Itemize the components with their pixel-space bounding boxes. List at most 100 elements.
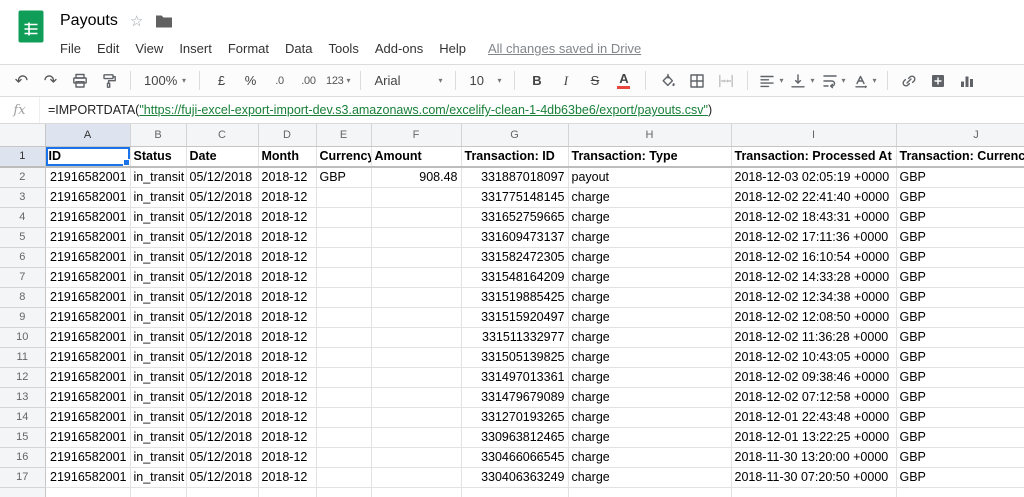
cell-G6[interactable]: 331582472305 [461, 247, 568, 267]
row-header-11[interactable]: 11 [0, 347, 45, 367]
column-header-A[interactable]: A [45, 124, 130, 146]
cell-E6[interactable] [316, 247, 371, 267]
cell-A-partial[interactable] [45, 487, 130, 497]
bold-button[interactable]: B [523, 68, 550, 94]
cell-G3[interactable]: 331775148145 [461, 187, 568, 207]
cell-G7[interactable]: 331548164209 [461, 267, 568, 287]
cell-B4[interactable]: in_transit [130, 207, 186, 227]
cell-I2[interactable]: 2018-12-03 02:05:19 +0000 [731, 167, 896, 187]
row-header-6[interactable]: 6 [0, 247, 45, 267]
row-header-12[interactable]: 12 [0, 367, 45, 387]
vertical-align-button[interactable]: ▾ [787, 68, 816, 94]
row-header-1[interactable]: 1 [0, 146, 45, 167]
cell-H16[interactable]: charge [568, 447, 731, 467]
row-header-5[interactable]: 5 [0, 227, 45, 247]
cell-F13[interactable] [371, 387, 461, 407]
format-currency-button[interactable]: £ [208, 68, 235, 94]
insert-comment-button[interactable] [925, 68, 952, 94]
sheets-logo[interactable] [18, 10, 44, 48]
row-header-2[interactable]: 2 [0, 167, 45, 187]
row-header-4[interactable]: 4 [0, 207, 45, 227]
menu-format[interactable]: Format [220, 39, 277, 58]
cell-D-partial[interactable] [258, 487, 316, 497]
column-header-G[interactable]: G [461, 124, 568, 146]
row-header-8[interactable]: 8 [0, 287, 45, 307]
cell-I13[interactable]: 2018-12-02 07:12:58 +0000 [731, 387, 896, 407]
cell-F14[interactable] [371, 407, 461, 427]
decrease-decimal-button[interactable]: .0 [266, 68, 293, 94]
font-size-select[interactable]: 10 ▾ [464, 68, 506, 94]
cell-I14[interactable]: 2018-12-01 22:43:48 +0000 [731, 407, 896, 427]
print-button[interactable] [66, 68, 93, 94]
cell-H14[interactable]: charge [568, 407, 731, 427]
cell-H10[interactable]: charge [568, 327, 731, 347]
cell-C9[interactable]: 05/12/2018 [186, 307, 258, 327]
cell-E11[interactable] [316, 347, 371, 367]
cell-J17[interactable]: GBP [896, 467, 1024, 487]
cell-A17[interactable]: 21916582001 [45, 467, 130, 487]
cell-B16[interactable]: in_transit [130, 447, 186, 467]
row-header-13[interactable]: 13 [0, 387, 45, 407]
cell-F17[interactable] [371, 467, 461, 487]
save-status-link[interactable]: All changes saved in Drive [488, 41, 641, 56]
row-header-15[interactable]: 15 [0, 427, 45, 447]
merge-cells-button[interactable] [712, 68, 739, 94]
formula-input[interactable]: =IMPORTDATA("https://fuji-excel-export-i… [40, 103, 712, 117]
font-family-select[interactable]: Arial ▾ [369, 68, 447, 94]
menu-view[interactable]: View [127, 39, 171, 58]
cell-F15[interactable] [371, 427, 461, 447]
cell-J7[interactable]: GBP [896, 267, 1024, 287]
cell-I17[interactable]: 2018-11-30 07:20:50 +0000 [731, 467, 896, 487]
cell-H12[interactable]: charge [568, 367, 731, 387]
column-header-B[interactable]: B [130, 124, 186, 146]
cell-C14[interactable]: 05/12/2018 [186, 407, 258, 427]
cell-A11[interactable]: 21916582001 [45, 347, 130, 367]
cell-D8[interactable]: 2018-12 [258, 287, 316, 307]
cell-D3[interactable]: 2018-12 [258, 187, 316, 207]
more-formats-button[interactable]: 123 ▾ [324, 68, 352, 94]
cell-J12[interactable]: GBP [896, 367, 1024, 387]
cell-D16[interactable]: 2018-12 [258, 447, 316, 467]
cell-A16[interactable]: 21916582001 [45, 447, 130, 467]
fill-color-button[interactable] [654, 68, 681, 94]
row-header-10[interactable]: 10 [0, 327, 45, 347]
row-header-17[interactable]: 17 [0, 467, 45, 487]
cell-D11[interactable]: 2018-12 [258, 347, 316, 367]
cell-A13[interactable]: 21916582001 [45, 387, 130, 407]
cell-J11[interactable]: GBP [896, 347, 1024, 367]
cell-F4[interactable] [371, 207, 461, 227]
menu-data[interactable]: Data [277, 39, 320, 58]
cell-C11[interactable]: 05/12/2018 [186, 347, 258, 367]
cell-A6[interactable]: 21916582001 [45, 247, 130, 267]
row-header-9[interactable]: 9 [0, 307, 45, 327]
cell-A5[interactable]: 21916582001 [45, 227, 130, 247]
cell-D7[interactable]: 2018-12 [258, 267, 316, 287]
cell-H1[interactable]: Transaction: Type [568, 146, 731, 167]
cell-E16[interactable] [316, 447, 371, 467]
cell-I1[interactable]: Transaction: Processed At [731, 146, 896, 167]
cell-D17[interactable]: 2018-12 [258, 467, 316, 487]
cell-H8[interactable]: charge [568, 287, 731, 307]
cell-I3[interactable]: 2018-12-02 22:41:40 +0000 [731, 187, 896, 207]
borders-button[interactable] [683, 68, 710, 94]
cell-H17[interactable]: charge [568, 467, 731, 487]
cell-G17[interactable]: 330406363249 [461, 467, 568, 487]
cell-F11[interactable] [371, 347, 461, 367]
cell-F8[interactable] [371, 287, 461, 307]
cell-J-partial[interactable] [896, 487, 1024, 497]
menu-file[interactable]: File [60, 39, 89, 58]
cell-J14[interactable]: GBP [896, 407, 1024, 427]
cell-J3[interactable]: GBP [896, 187, 1024, 207]
cell-G9[interactable]: 331515920497 [461, 307, 568, 327]
cell-A3[interactable]: 21916582001 [45, 187, 130, 207]
select-all-corner[interactable] [0, 124, 45, 146]
column-header-D[interactable]: D [258, 124, 316, 146]
cell-A8[interactable]: 21916582001 [45, 287, 130, 307]
cell-B5[interactable]: in_transit [130, 227, 186, 247]
cell-C17[interactable]: 05/12/2018 [186, 467, 258, 487]
cell-B-partial[interactable] [130, 487, 186, 497]
wrap-text-button[interactable]: ▾ [819, 68, 848, 94]
cell-G12[interactable]: 331497013361 [461, 367, 568, 387]
cell-B1[interactable]: Status [130, 146, 186, 167]
row-header-7[interactable]: 7 [0, 267, 45, 287]
